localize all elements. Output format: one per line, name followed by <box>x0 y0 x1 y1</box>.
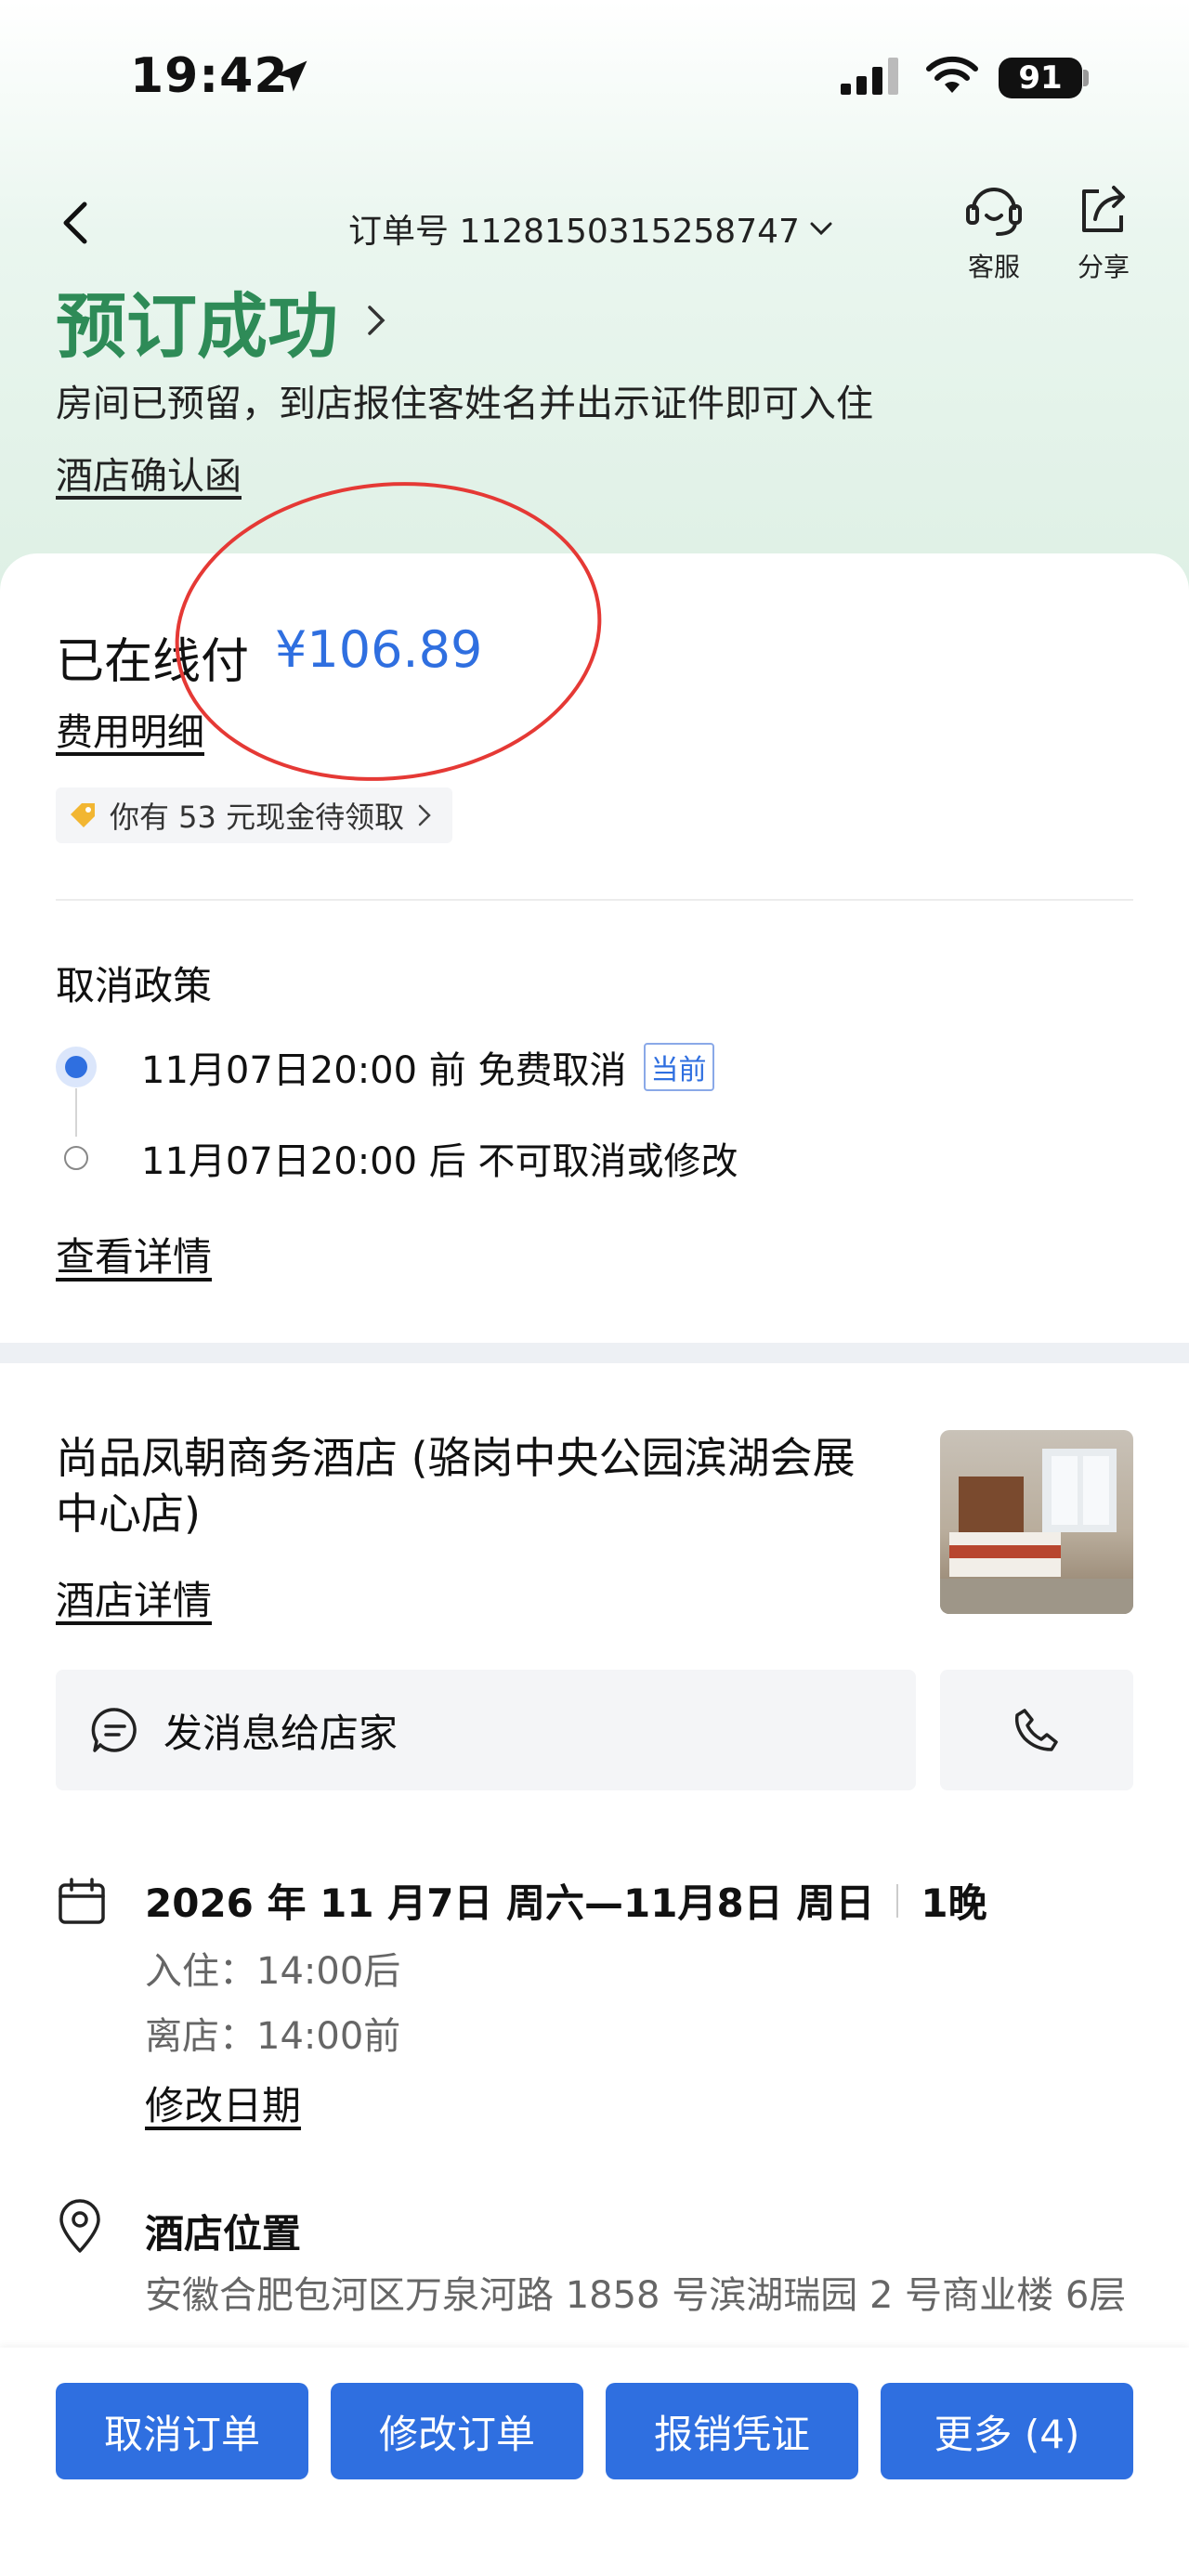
call-hotel-button[interactable] <box>940 1670 1133 1790</box>
stay-dates: 2026 年 11 月7日 周六—11月8日 周日 1晚 <box>145 1872 987 1929</box>
battery-tip <box>1083 70 1089 86</box>
location-pin-icon <box>59 2199 100 2253</box>
customer-service-button[interactable]: 客服 <box>947 178 1040 284</box>
cancel-order-button[interactable]: 取消订单 <box>56 2383 308 2479</box>
hotel-confirmation-link[interactable]: 酒店确认函 <box>56 446 242 500</box>
message-hotel-button[interactable]: 发消息给店家 <box>56 1670 916 1790</box>
wifi-icon <box>926 56 978 93</box>
hotel-detail-link[interactable]: 酒店详情 <box>56 1569 212 1626</box>
hotel-photo[interactable] <box>940 1430 1133 1614</box>
share-label: 分享 <box>1077 252 1130 282</box>
status-time: 19:42 <box>130 48 289 104</box>
hotel-name: 尚品凤朝商务酒店 (骆岗中央公园滨湖会展中心店) <box>56 1433 856 1539</box>
cancel-policy-title: 取消政策 <box>56 963 213 1008</box>
timeline-dot-active <box>56 1047 97 1087</box>
status-bar: 19:42 91 <box>0 0 1189 158</box>
stay-date-range: 2026 年 11 月7日 周六—11月8日 周日 <box>145 1880 875 1926</box>
booking-status-text: 预订成功 <box>56 285 338 368</box>
cancel-policy-item: 11月07日20:00 前 免费取消 当前 <box>56 1040 714 1094</box>
booking-status-title[interactable]: 预订成功 <box>56 269 390 371</box>
calendar-icon <box>59 1878 105 1924</box>
hotel-address: 安徽合肥包河区万泉河路 1858 号滨湖瑞园 2 号商业楼 6层 <box>145 2274 1127 2317</box>
section-separator <box>0 1343 1189 1363</box>
chat-icon <box>91 1708 137 1752</box>
checkout-time: 离店：14:00前 <box>145 2015 401 2058</box>
stay-nights: 1晚 <box>921 1880 987 1926</box>
modify-order-button[interactable]: 修改订单 <box>331 2383 583 2479</box>
policy-detail-link[interactable]: 查看详情 <box>56 1226 212 1282</box>
timeline-connector <box>75 1088 77 1137</box>
checkin-time: 入住：14:00后 <box>145 1950 401 1993</box>
cash-reward-badge[interactable]: 你有 53 元现金待领取 <box>56 787 453 843</box>
chevron-right-icon <box>368 306 385 335</box>
date-separator <box>896 1883 899 1918</box>
hotel-room-image <box>940 1449 1133 1614</box>
cancel-policy-text: 11月07日20:00 前 免费取消 <box>141 1049 627 1092</box>
cash-reward-text: 你有 53 元现金待领取 <box>110 800 405 835</box>
booking-status-subtitle: 房间已预留，到店报住客姓名并出示证件即可入住 <box>56 383 873 425</box>
tag-icon <box>71 803 95 827</box>
share-button[interactable]: 分享 <box>1057 178 1150 284</box>
back-arrow-icon[interactable] <box>51 195 107 251</box>
section-divider <box>56 899 1133 901</box>
headset-icon <box>966 188 1022 236</box>
order-number-dropdown[interactable]: 订单号 1128150315258747 <box>348 204 835 253</box>
chevron-down-icon <box>810 222 832 236</box>
hotel-location-title: 酒店位置 <box>145 2211 302 2257</box>
battery-indicator: 91 <box>999 58 1082 98</box>
share-icon <box>1082 186 1125 232</box>
cancel-policy-text: 11月07日20:00 后 不可取消或修改 <box>141 1140 738 1183</box>
order-number-text: 订单号 1128150315258747 <box>348 213 800 251</box>
customer-service-label: 客服 <box>967 252 1020 282</box>
phone-icon <box>1014 1709 1058 1751</box>
modify-date-link[interactable]: 修改日期 <box>145 2075 301 2131</box>
timeline-dot <box>56 1138 97 1178</box>
more-actions-button[interactable]: 更多 (4) <box>881 2383 1133 2479</box>
invoice-button[interactable]: 报销凭证 <box>606 2383 858 2479</box>
chevron-right-icon <box>418 804 431 826</box>
cellular-signal-icon <box>841 58 898 95</box>
location-arrow-icon <box>276 60 307 92</box>
fee-detail-link[interactable]: 费用明细 <box>56 702 204 756</box>
message-hotel-label: 发消息给店家 <box>163 1710 399 1756</box>
current-tag: 当前 <box>643 1043 714 1091</box>
cancel-policy-item: 11月07日20:00 后 不可取消或修改 <box>56 1131 738 1185</box>
